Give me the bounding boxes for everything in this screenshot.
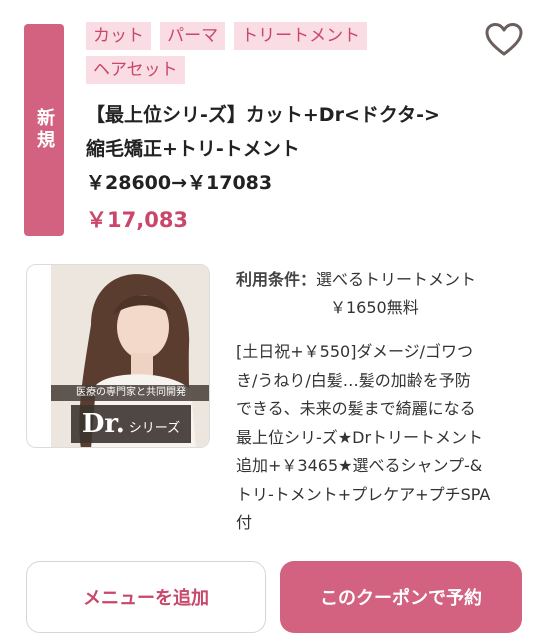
tag-perm: パーマ [160, 22, 226, 50]
add-menu-label: メニューを追加 [83, 588, 209, 609]
conditions-value-line2: ￥1650無料 [330, 298, 419, 317]
brand-suffix: シリーズ [128, 421, 181, 436]
description-line: 追加+￥3465★選べるシャンプ-& [236, 456, 483, 475]
coupon-image[interactable]: 医療の専門家と共同開発 Dr. シリーズ [26, 264, 210, 448]
coupon-price: ￥17,083 [86, 208, 189, 232]
description-line: トリ-トメント+プレケア+プチSPA [236, 484, 491, 504]
coupon-title-line: ￥28600→￥17083 [86, 172, 273, 194]
tag-cut: カット [86, 22, 151, 50]
usage-conditions: 利用条件： 選べるトリートメント ￥1650無料 [236, 266, 526, 322]
category-tags: カット パーマ トリートメント ヘアセット [86, 22, 406, 90]
reserve-label: このクーポンで予約 [320, 588, 482, 609]
description-line: [土日祝+￥550]ダメージ/ゴワつ [236, 342, 474, 361]
image-caption: 医療の専門家と共同開発 [51, 385, 209, 401]
description-line: できる、未来の髪まで綺麗になる [236, 399, 476, 418]
add-menu-button[interactable]: メニューを追加 [26, 561, 266, 633]
conditions-label: 利用条件： [236, 270, 317, 289]
coupon-title[interactable]: 【最上位シリ-ズ】カット+Dr<ドクタ-> 縮毛矯正+トリ-トメント ￥2860… [86, 98, 516, 200]
coupon-title-line: 【最上位シリ-ズ】カット+Dr<ドクタ-> [86, 104, 440, 126]
description-line: 最上位シリ-ズ★Drトリートメント [236, 427, 484, 447]
reserve-coupon-button[interactable]: このクーポンで予約 [280, 561, 522, 633]
new-badge-label: 新規 [34, 108, 55, 152]
description-line: 付 [236, 513, 253, 532]
brand-name: Dr. [81, 409, 125, 439]
brand-band: Dr. シリーズ [71, 405, 191, 443]
coupon-title-line: 縮毛矯正+トリ-トメント [86, 138, 300, 160]
coupon-description: [土日祝+￥550]ダメージ/ゴワつ き/うねり/白髪…髪の加齢を予防 できる、… [236, 338, 526, 538]
heart-icon[interactable] [484, 22, 524, 58]
model-photo: 医療の専門家と共同開発 Dr. シリーズ [51, 265, 209, 447]
tag-hairset: ヘアセット [86, 56, 185, 84]
tag-treatment: トリートメント [234, 22, 368, 50]
description-line: き/うねり/白髪…髪の加齢を予防 [236, 370, 471, 390]
conditions-value: 選べるトリートメント [316, 270, 477, 289]
new-customer-badge: 新規 [24, 24, 64, 236]
